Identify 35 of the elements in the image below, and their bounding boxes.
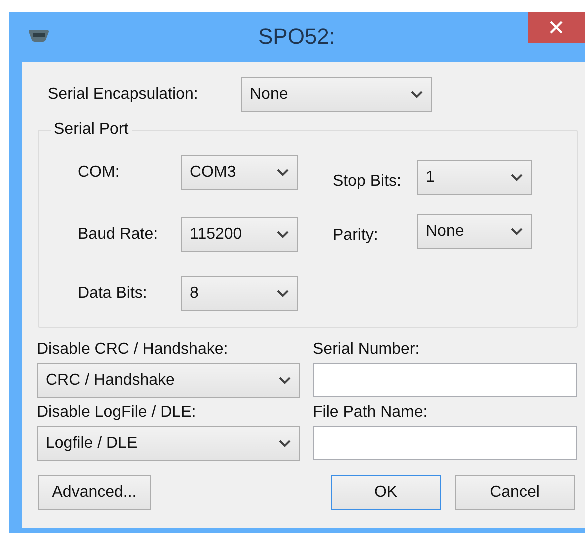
dropdown[interactable]: 8: [181, 276, 298, 311]
chevron-down-icon: [277, 230, 289, 238]
window-title: SPO52:: [258, 24, 336, 50]
chevron-down-icon: [511, 228, 523, 236]
chevron-down-icon: [277, 168, 289, 176]
close-button[interactable]: [528, 12, 585, 43]
chevron-down-icon: [279, 376, 291, 384]
close-icon: [550, 21, 563, 34]
dropdown[interactable]: 115200: [181, 217, 298, 252]
dropdown[interactable]: None: [417, 214, 532, 249]
dialog-button[interactable]: OK: [331, 475, 441, 510]
input-field[interactable]: [313, 363, 577, 397]
input-field[interactable]: [313, 426, 577, 460]
connector-icon: [28, 30, 50, 42]
dropdown[interactable]: COM3: [181, 155, 298, 190]
chevron-down-icon: [411, 90, 423, 98]
field-label: COM:: [78, 164, 121, 182]
field-label: Baud Rate:: [78, 226, 160, 244]
dropdown[interactable]: CRC / Handshake: [37, 363, 300, 398]
dialog-button[interactable]: Cancel: [455, 475, 575, 510]
dialog-button[interactable]: Advanced...: [38, 475, 151, 510]
field-label: Serial Number:: [313, 341, 421, 359]
field-label: File Path Name:: [313, 404, 429, 422]
chevron-down-icon: [511, 174, 523, 182]
field-label: Data Bits:: [78, 284, 148, 302]
field-label: Serial Encapsulation:: [48, 86, 200, 104]
dropdown[interactable]: Logfile / DLE: [37, 426, 300, 461]
field-label: Stop Bits:: [333, 172, 402, 190]
dropdown[interactable]: 1: [417, 160, 532, 195]
chevron-down-icon: [279, 440, 291, 448]
field-label: Parity:: [333, 226, 380, 244]
dropdown[interactable]: None: [241, 77, 432, 112]
field-label: Disable LogFile / DLE:: [37, 404, 198, 422]
chevron-down-icon: [277, 290, 289, 298]
field-label: Disable CRC / Handshake:: [37, 341, 230, 359]
